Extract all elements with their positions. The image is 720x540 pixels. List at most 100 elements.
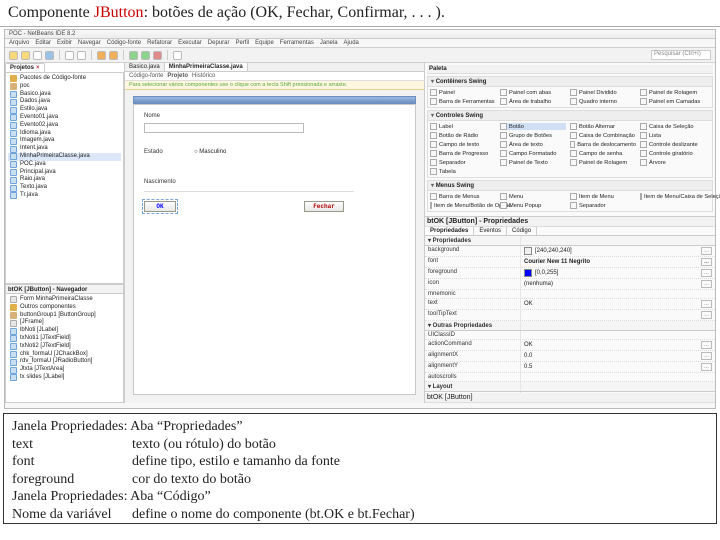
projects-tab[interactable]: Projetos×: [5, 63, 45, 72]
palette-item[interactable]: Campo Formatado: [500, 150, 566, 157]
nav-item[interactable]: txNoti2 [JTextField]: [8, 343, 121, 351]
palette-item[interactable]: Painel com abas: [500, 89, 566, 96]
debug-icon[interactable]: [141, 51, 150, 60]
prop-row[interactable]: fontCourier New 11 Negrito…: [425, 257, 715, 268]
section-head-menus[interactable]: Menus Swing: [428, 181, 712, 191]
palette-item[interactable]: Painel em Camadas: [640, 98, 706, 105]
build-icon[interactable]: [97, 51, 106, 60]
profile-icon[interactable]: [153, 51, 162, 60]
file-row[interactable]: Principal.java: [8, 169, 121, 177]
palette-item[interactable]: Menu: [500, 193, 566, 200]
prop-row[interactable]: icon(nenhuma)…: [425, 279, 715, 290]
save-all-icon[interactable]: [45, 51, 54, 60]
palette-item[interactable]: Lista: [640, 132, 706, 139]
input-nome[interactable]: [144, 123, 304, 133]
ellipsis-button[interactable]: …: [701, 363, 712, 371]
ellipsis-button[interactable]: …: [701, 258, 712, 266]
palette-item[interactable]: Barra de Menus: [430, 193, 496, 200]
tab-design[interactable]: Projeto: [167, 73, 188, 79]
undo-icon[interactable]: [65, 51, 74, 60]
menu-perfil[interactable]: Perfil: [235, 40, 249, 46]
ellipsis-button[interactable]: …: [701, 280, 712, 288]
menu-exibir[interactable]: Exibir: [57, 40, 72, 46]
menu-janela[interactable]: Janela: [320, 40, 338, 46]
palette-item[interactable]: Área de trabalho: [500, 98, 566, 105]
palette-item[interactable]: Botão de Rádio: [430, 132, 496, 139]
editor-toolbar[interactable]: Código-fonte Projeto Histórico: [125, 72, 424, 81]
palette-item[interactable]: Tabela: [430, 168, 496, 175]
prop-row[interactable]: UIClassID: [425, 331, 715, 340]
palette-item[interactable]: Caixa de Seleção: [640, 123, 706, 130]
props-tabs[interactable]: Propriedades Eventos Código: [425, 227, 715, 236]
ellipsis-button[interactable]: …: [701, 300, 712, 308]
file-row[interactable]: Idioma.java: [8, 130, 121, 138]
button-fechar[interactable]: Fechar: [304, 201, 344, 212]
radio-estado[interactable]: ○ Masculino: [194, 149, 226, 155]
expand-icon[interactable]: [173, 51, 182, 60]
tab-source[interactable]: Código-fonte: [129, 73, 163, 79]
menu-equipe[interactable]: Equipe: [255, 40, 274, 46]
file-row[interactable]: Evento01.java: [8, 114, 121, 122]
file-row[interactable]: MinhaPrimeiraClasse.java: [8, 153, 121, 161]
menu-arquivo[interactable]: Arquivo: [9, 40, 29, 46]
ellipsis-button[interactable]: …: [701, 352, 712, 360]
tab-code[interactable]: Código: [507, 227, 537, 235]
nav-item[interactable]: txNoti1 [JTextField]: [8, 335, 121, 343]
palette-item[interactable]: Árvore: [640, 159, 706, 166]
file-row[interactable]: Raio.java: [8, 176, 121, 184]
prop-row[interactable]: mnemonic: [425, 290, 715, 299]
palette-item[interactable]: Botão Alternar: [570, 123, 636, 130]
file-row[interactable]: Texto.java: [8, 184, 121, 192]
palette-item[interactable]: Item de Menu/Botão de Opção: [430, 202, 496, 209]
palette-item[interactable]: Controle giratório: [640, 150, 706, 157]
palette-item[interactable]: Painel de Rolagem: [570, 159, 636, 166]
palette-item[interactable]: Barra de Progresso: [430, 150, 496, 157]
ellipsis-button[interactable]: …: [701, 341, 712, 349]
file-row[interactable]: Evento02.java: [8, 122, 121, 130]
file-row[interactable]: Estilo.java: [8, 106, 121, 114]
file-row[interactable]: Basico.java: [8, 91, 121, 99]
palette-item[interactable]: Label: [430, 123, 496, 130]
properties-table[interactable]: ▾ Propriedadesbackground[240,240,240]…fo…: [425, 236, 715, 393]
new-file-icon[interactable]: [9, 51, 18, 60]
menu-refatorar[interactable]: Refatorar: [147, 40, 172, 46]
menu-editar[interactable]: Editar: [35, 40, 51, 46]
prop-row[interactable]: autoscrolls: [425, 373, 715, 382]
palette-item[interactable]: Caixa de Combinação: [570, 132, 636, 139]
palette-item[interactable]: Item de Menu: [570, 193, 636, 200]
projects-tree[interactable]: Pacotes de Código-fonte pocBasico.javaDa…: [5, 72, 124, 284]
nav-item[interactable]: chk_formaU [JChackBox]: [8, 351, 121, 359]
navigator-tree[interactable]: Form MinhaPrimeiraClasse Outros componen…: [5, 293, 124, 403]
close-icon[interactable]: ×: [36, 65, 40, 71]
palette-item[interactable]: Quadro interno: [570, 98, 636, 105]
palette-item[interactable]: Barra de deslocamento: [570, 141, 636, 148]
menu-ferramentas[interactable]: Ferramentas: [280, 40, 314, 46]
prop-row[interactable]: background[240,240,240]…: [425, 246, 715, 257]
prop-row[interactable]: actionCommandOK…: [425, 340, 715, 351]
search-box[interactable]: Pesquisar (Ctrl+I): [651, 50, 711, 60]
menubar[interactable]: Arquivo Editar Exibir Navegar Código-fonte Re…: [5, 39, 715, 48]
palette-item[interactable]: Painel: [430, 89, 496, 96]
menu-código-fonte[interactable]: Código-fonte: [107, 40, 141, 46]
tab-events[interactable]: Eventos: [474, 227, 507, 235]
button-ok[interactable]: OK: [144, 201, 176, 212]
palette-item[interactable]: Área de texto: [500, 141, 566, 148]
ellipsis-button[interactable]: …: [701, 311, 712, 319]
menu-navegar[interactable]: Navegar: [78, 40, 101, 46]
tab-properties[interactable]: Propriedades: [425, 227, 474, 235]
run-icon[interactable]: [129, 51, 138, 60]
palette-item[interactable]: Painel de Rolagem: [640, 89, 706, 96]
palette-item[interactable]: Painel de Texto: [500, 159, 566, 166]
nav-item[interactable]: rdv_formaU [JRadioButton]: [8, 358, 121, 366]
nav-item[interactable]: Jtxta [JTextArea]: [8, 366, 121, 374]
prop-row[interactable]: alignmentY0.5…: [425, 362, 715, 373]
palette-item[interactable]: Barra de Ferramentas: [430, 98, 496, 105]
prop-row[interactable]: alignmentX0.0…: [425, 351, 715, 362]
new-project-icon[interactable]: [21, 51, 30, 60]
nav-item[interactable]: tx slides [JLabel]: [8, 374, 121, 382]
palette-item[interactable]: Botão: [500, 123, 566, 130]
section-head-controls[interactable]: Controles Swing: [428, 111, 712, 121]
form-designer[interactable]: Nome Estado ○ Masculino Nascimento OK Fe…: [125, 90, 424, 403]
file-row[interactable]: POC.java: [8, 161, 121, 169]
menu-executar[interactable]: Executar: [178, 40, 202, 46]
